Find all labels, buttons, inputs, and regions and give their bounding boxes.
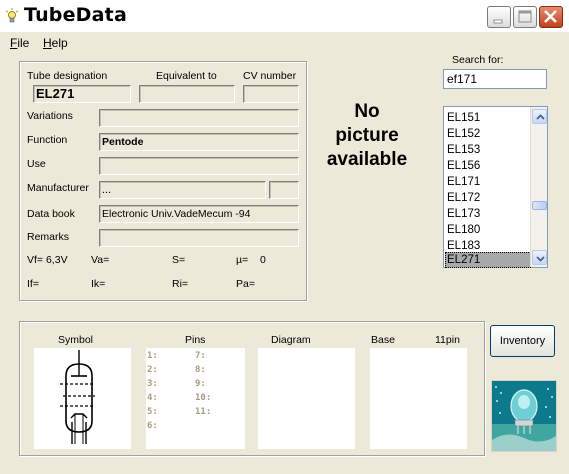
scroll-up-button[interactable]	[532, 109, 547, 124]
search-label: Search for:	[452, 54, 504, 66]
list-item[interactable]: EL156	[445, 158, 531, 174]
close-button[interactable]	[539, 6, 563, 28]
param-pa: Pa=	[236, 278, 255, 290]
search-input[interactable]: ef171	[443, 69, 547, 89]
window-title: TubeData	[24, 4, 127, 26]
cv-number-field[interactable]	[243, 85, 299, 103]
base-pin-count: 11pin	[435, 334, 460, 346]
list-item[interactable]: EL173	[445, 206, 531, 222]
use-field[interactable]	[99, 157, 299, 175]
pins-panel: 1: 2: 3: 4: 5: 6: 7: 8: 9: 10: 11:	[146, 348, 245, 449]
maximize-button[interactable]	[513, 6, 537, 28]
base-panel	[370, 348, 467, 449]
variations-label: Variations	[27, 110, 73, 122]
manufacturer-extra-field[interactable]	[269, 181, 299, 199]
list-scrollbar[interactable]	[530, 107, 547, 267]
close-icon	[544, 10, 557, 23]
no-picture-line1: No	[354, 101, 380, 122]
base-label: Base	[371, 334, 395, 346]
list-item-selected[interactable]: EL271	[445, 252, 531, 268]
tube-designation-field[interactable]: EL271	[33, 85, 131, 103]
minimize-button[interactable]	[487, 6, 511, 28]
scroll-down-button[interactable]	[532, 250, 547, 265]
function-field[interactable]: Pentode	[99, 133, 299, 151]
equivalent-field[interactable]	[139, 85, 235, 103]
symbol-label: Symbol	[58, 334, 94, 346]
menu-help-accel: H	[43, 36, 52, 50]
pins-label: Pins	[185, 334, 206, 346]
pin-label: 4:	[147, 393, 158, 403]
list-item[interactable]: EL180	[445, 222, 531, 238]
diagram-panel	[258, 348, 355, 449]
param-mu-value: 0	[260, 254, 266, 266]
databook-label: Data book	[27, 208, 75, 220]
param-s: S=	[172, 254, 186, 266]
param-va: Va=	[91, 254, 110, 266]
tube-designation-label: Tube designation	[27, 70, 108, 82]
list-item[interactable]: EL153	[445, 142, 531, 158]
arrow-down-icon	[536, 256, 545, 262]
function-label: Function	[27, 134, 68, 146]
symbol-panel	[34, 348, 131, 449]
cv-number-label: CV number	[243, 70, 297, 82]
pin-label: 5:	[147, 407, 158, 417]
menu-bar	[0, 32, 569, 52]
no-picture-line2: picture	[335, 125, 399, 146]
pin-label: 8:	[195, 365, 206, 375]
minimize-icon	[493, 19, 503, 24]
inventory-button[interactable]: Inventory	[490, 325, 555, 357]
manufacturer-field[interactable]: ...	[99, 181, 266, 199]
use-label: Use	[27, 158, 46, 170]
list-item[interactable]: EL171	[445, 174, 531, 190]
manufacturer-label: Manufacturer	[27, 182, 89, 194]
list-item[interactable]: EL151	[445, 110, 531, 126]
list-item[interactable]: EL152	[445, 126, 531, 142]
param-ik: Ik=	[91, 278, 106, 290]
maximize-icon	[518, 10, 532, 23]
pin-label: 9:	[195, 379, 206, 389]
param-ri: Ri=	[172, 278, 189, 290]
arrow-up-icon	[536, 114, 545, 120]
pin-label: 11:	[195, 407, 212, 417]
pin-label: 7:	[195, 351, 206, 361]
scroll-thumb[interactable]	[532, 201, 547, 210]
pin-label: 3:	[147, 379, 158, 389]
tube-listbox[interactable]: EL151 EL152 EL153 EL156 EL171 EL172 EL17…	[443, 106, 548, 268]
pin-label: 1:	[147, 351, 158, 361]
menu-help-label: elp	[51, 36, 68, 50]
pentode-symbol-icon	[60, 350, 95, 444]
pin-label: 10:	[195, 393, 212, 403]
menu-file[interactable]: File	[10, 36, 29, 50]
no-picture-line3: available	[326, 149, 408, 170]
databook-field[interactable]: Electronic Univ.VadeMecum -94	[99, 205, 299, 223]
pin-label: 2:	[147, 365, 158, 375]
diagram-label: Diagram	[271, 334, 311, 346]
param-vf: Vf= 6,3V	[27, 254, 68, 266]
pin-label: 6:	[147, 421, 158, 431]
lightbulb-icon	[5, 8, 19, 23]
remarks-field[interactable]	[99, 229, 299, 247]
variations-field[interactable]	[99, 109, 299, 127]
param-if: If=	[27, 278, 39, 290]
list-item[interactable]: EL172	[445, 190, 531, 206]
menu-file-label: ile	[17, 36, 30, 50]
remarks-label: Remarks	[27, 231, 70, 243]
tube-logo-icon	[491, 380, 557, 452]
param-mu: µ=	[236, 254, 249, 266]
equivalent-label: Equivalent to	[156, 70, 217, 82]
menu-help[interactable]: Help	[43, 36, 68, 50]
no-picture-text: No picture available	[314, 100, 420, 172]
